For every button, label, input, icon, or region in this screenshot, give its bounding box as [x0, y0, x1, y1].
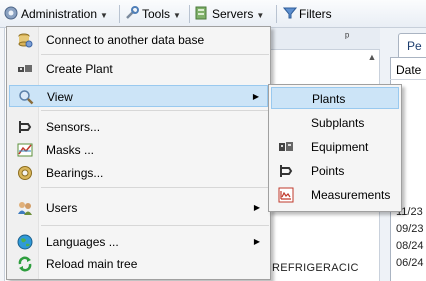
- menu-separator: [41, 54, 269, 55]
- sensor-icon: [19, 121, 32, 133]
- mask-icon: [17, 143, 33, 157]
- chevron-down-icon: ▼: [256, 11, 265, 20]
- chevron-down-icon: ▼: [173, 11, 181, 20]
- menu-item-connect-database[interactable]: Connect to another data base: [9, 29, 268, 51]
- tree-node-label[interactable]: REFRIGERACIC: [272, 262, 359, 274]
- server-icon: [195, 6, 207, 20]
- menu-item-label: View: [47, 90, 73, 104]
- menu-item-reload-main-tree[interactable]: Reload main tree: [9, 253, 268, 275]
- submenu-arrow-icon: ▶: [253, 203, 260, 212]
- submenu-arrow-icon: ▶: [253, 237, 260, 246]
- menu-item-view[interactable]: View ▶: [9, 85, 268, 107]
- submenu-item-measurements[interactable]: Measurements: [271, 184, 399, 206]
- servers-label: Servers: [212, 7, 254, 21]
- administration-icon: [4, 6, 18, 20]
- menu-item-label: Connect to another data base: [46, 33, 205, 47]
- menu-separator: [41, 225, 269, 226]
- servers-menu-button[interactable]: Servers ▼: [194, 4, 264, 24]
- menu-item-label: Sensors...: [46, 120, 101, 134]
- wrench-icon: [126, 6, 139, 19]
- scroll-up-icon[interactable]: ▲: [365, 52, 379, 66]
- measurement-chart-icon: [278, 187, 294, 203]
- submenu-item-label: Points: [311, 164, 345, 178]
- view-submenu: Plants Subplants Equipment Points Measur…: [268, 84, 402, 212]
- toolbar-separator: [189, 5, 190, 23]
- filters-button[interactable]: Filters: [282, 4, 332, 24]
- menu-separator: [41, 110, 269, 111]
- toolbar-separator: [276, 5, 277, 23]
- database-connect-icon: [18, 33, 33, 48]
- date-cell: 09/23: [396, 223, 424, 235]
- globe-icon: [17, 234, 33, 250]
- date-cell: 06/24: [396, 257, 424, 269]
- tools-label: Tools: [142, 7, 171, 21]
- menu-item-label: Languages ...: [46, 235, 119, 249]
- menu-item-label: Masks ...: [46, 143, 95, 157]
- submenu-arrow-icon: ▶: [252, 92, 259, 101]
- submenu-item-subplants[interactable]: Subplants: [271, 112, 399, 134]
- tab-pe[interactable]: Pe: [398, 33, 426, 57]
- tools-menu-button[interactable]: Tools ▼: [124, 4, 181, 24]
- menu-item-languages[interactable]: Languages ... ▶: [9, 231, 268, 253]
- chevron-down-icon: ▼: [100, 11, 108, 20]
- equipment-icon: [279, 142, 293, 151]
- submenu-item-label: Plants: [312, 92, 346, 106]
- menu-item-label: Users: [46, 201, 78, 215]
- menu-item-create-plant[interactable]: Create Plant: [9, 58, 268, 80]
- menu-item-label: Bearings...: [46, 166, 104, 180]
- reload-icon: [18, 256, 32, 272]
- bearing-icon: [18, 166, 32, 180]
- create-plant-icon: [18, 65, 32, 72]
- menu-separator: [41, 187, 269, 188]
- submenu-item-label: Equipment: [311, 140, 369, 154]
- menu-item-masks[interactable]: Masks ...: [9, 139, 268, 161]
- menu-item-label: Reload main tree: [46, 257, 138, 271]
- administration-dropdown-menu: Connect to another data base Create Plan…: [6, 26, 271, 280]
- toolbar-separator: [119, 5, 120, 23]
- submenu-item-label: Measurements: [311, 188, 391, 202]
- submenu-item-equipment[interactable]: Equipment: [271, 136, 399, 158]
- administration-label: Administration: [21, 7, 98, 21]
- menu-item-label: Create Plant: [46, 62, 113, 76]
- magnifier-icon: [19, 90, 34, 105]
- administration-menu-button[interactable]: Administration ▼: [3, 4, 108, 24]
- pin-icon[interactable]: ᵖ: [345, 31, 349, 43]
- toolbar: Administration ▼ Tools ▼ Servers ▼ Filters: [0, 0, 426, 28]
- filter-icon: [282, 7, 298, 19]
- filters-label: Filters: [299, 7, 332, 21]
- submenu-item-points[interactable]: Points: [271, 160, 399, 182]
- submenu-item-label: Subplants: [311, 116, 365, 130]
- menu-item-sensors[interactable]: Sensors...: [9, 116, 268, 138]
- submenu-item-plants[interactable]: Plants: [271, 87, 399, 109]
- date-cell: 08/24: [396, 240, 424, 252]
- panel-header: [270, 28, 380, 50]
- point-icon: [280, 165, 293, 177]
- menu-item-users[interactable]: Users ▶: [9, 197, 268, 219]
- menu-item-bearings[interactable]: Bearings...: [9, 162, 268, 184]
- date-column-header[interactable]: Date: [390, 60, 426, 80]
- users-icon: [18, 202, 32, 215]
